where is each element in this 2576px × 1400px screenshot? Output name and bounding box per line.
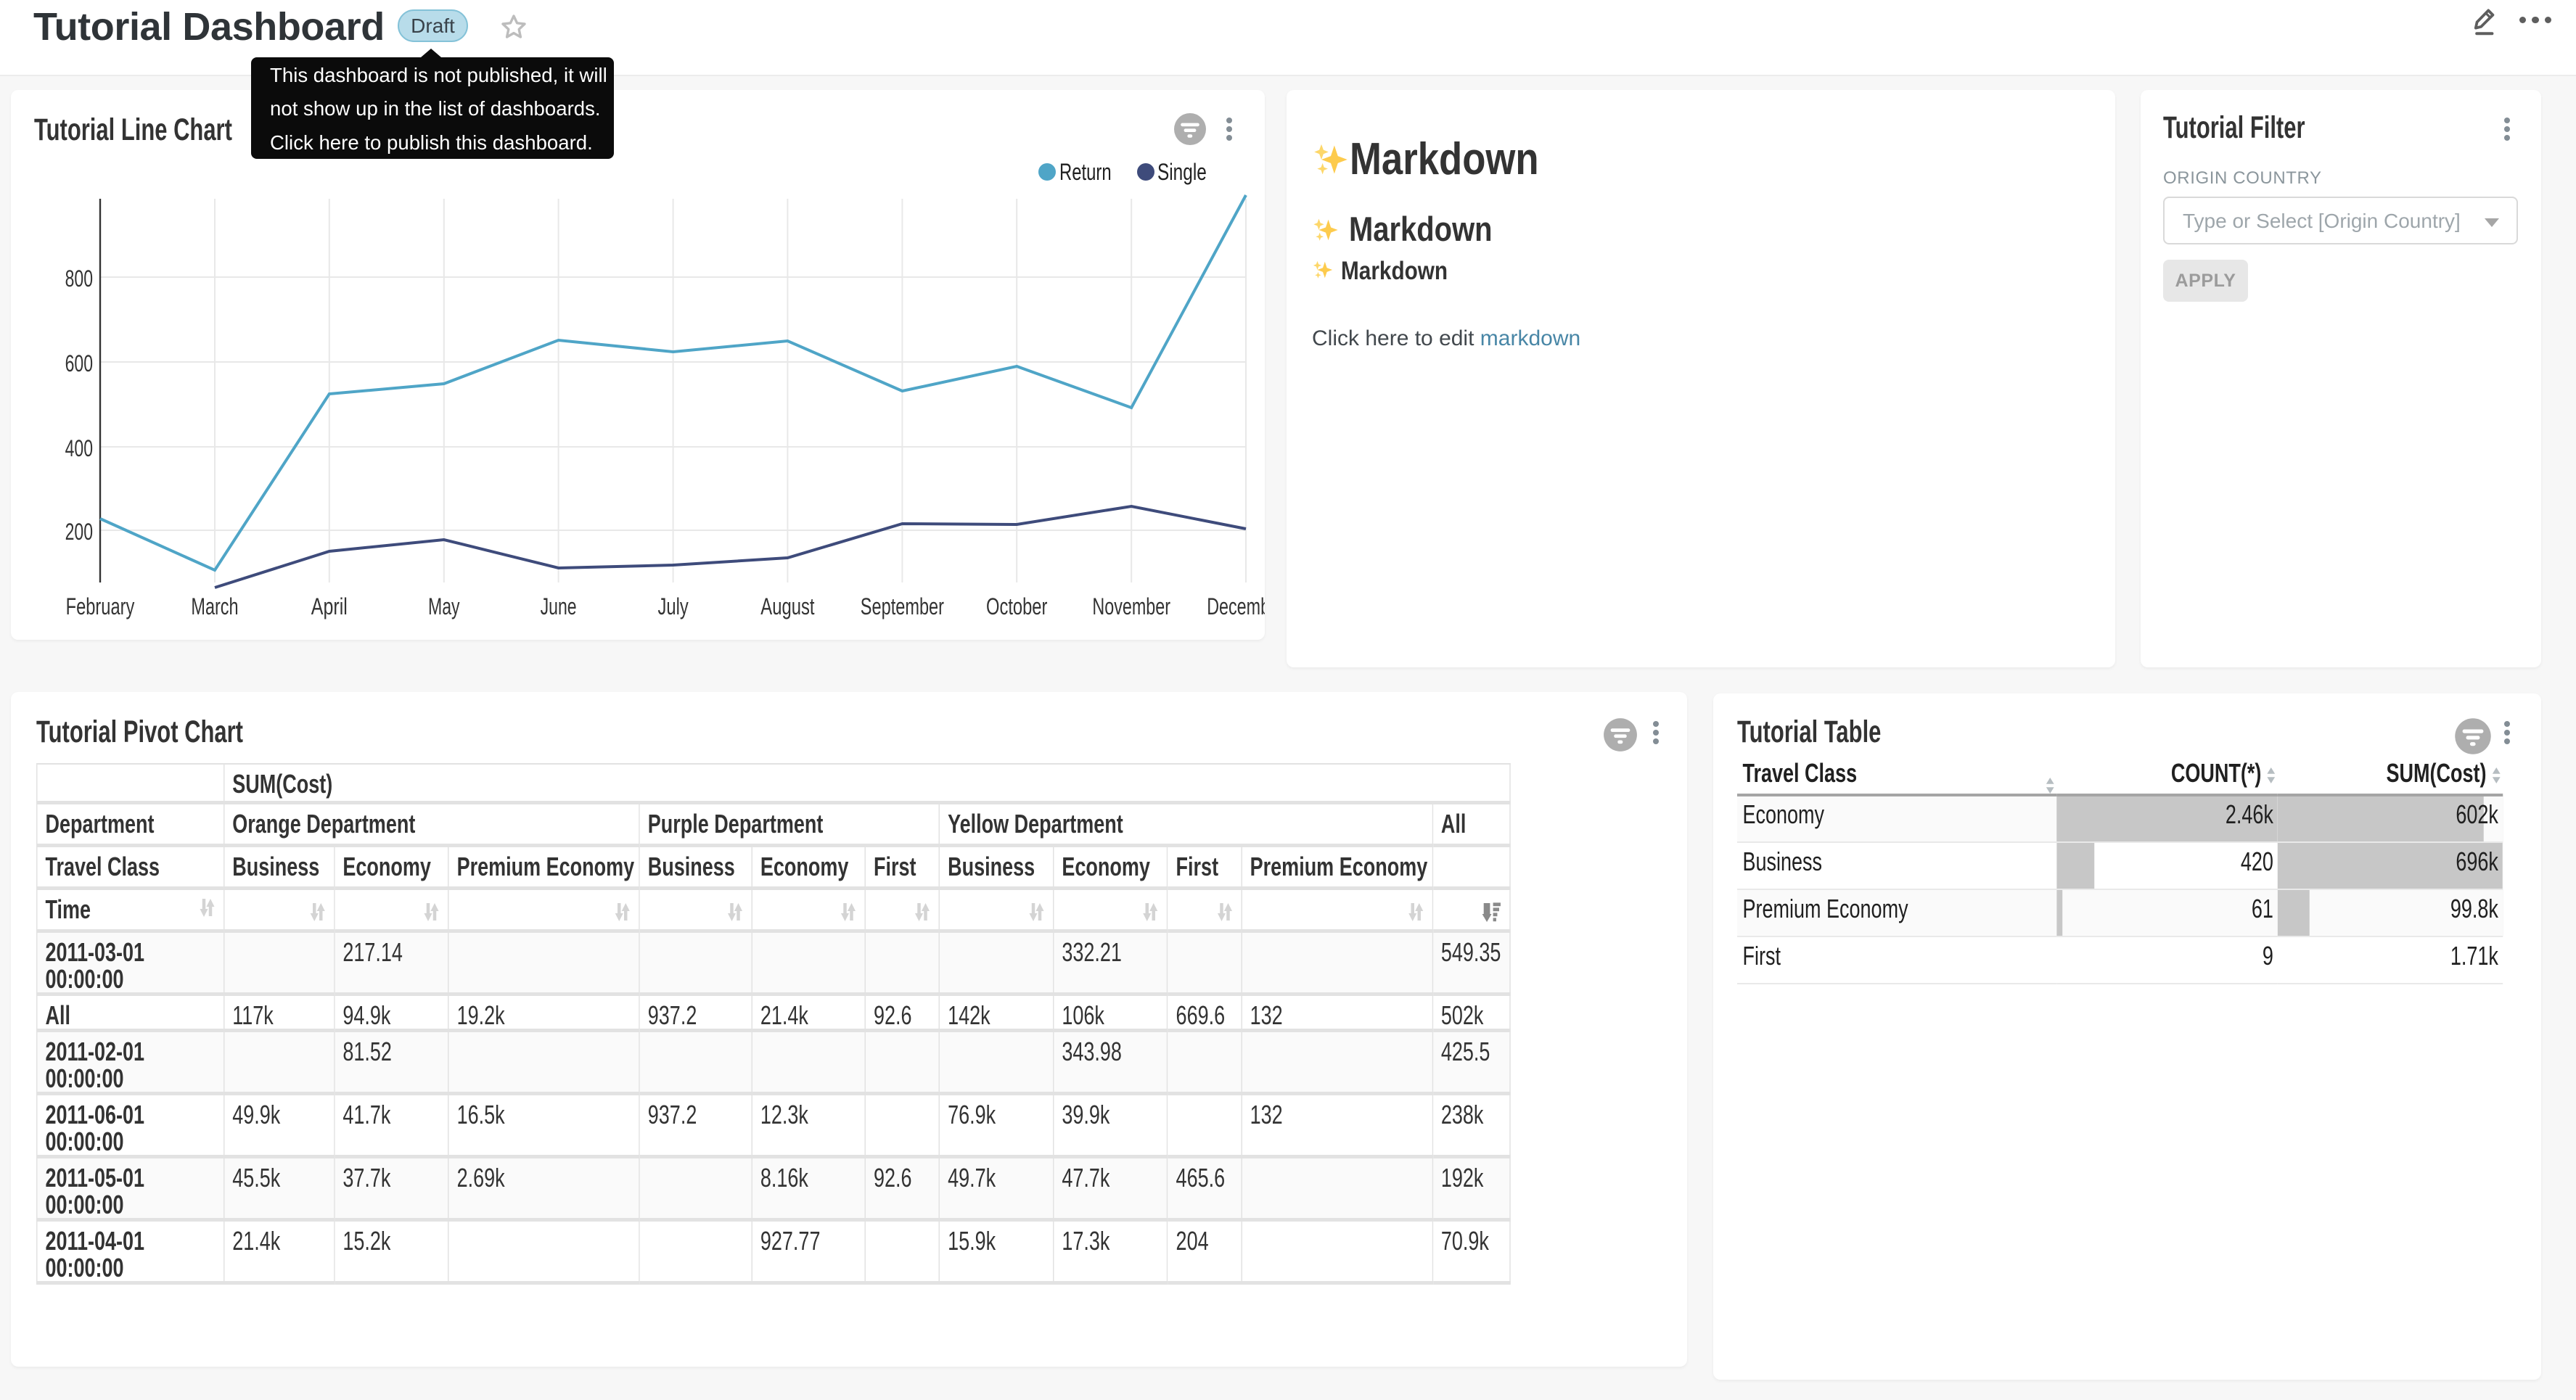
- svg-text:400: 400: [65, 435, 93, 461]
- svg-text:December: December: [1207, 593, 1265, 619]
- svg-text:February: February: [66, 593, 135, 619]
- svg-text:August: August: [760, 593, 814, 619]
- svg-text:March: March: [191, 593, 238, 619]
- svg-text:July: July: [658, 593, 689, 619]
- svg-text:April: April: [311, 593, 348, 619]
- svg-text:200: 200: [65, 519, 93, 545]
- svg-text:Single: Single: [1157, 159, 1207, 185]
- svg-text:May: May: [428, 593, 460, 619]
- svg-text:600: 600: [65, 350, 93, 376]
- svg-text:800: 800: [65, 265, 93, 292]
- svg-text:September: September: [861, 593, 944, 619]
- svg-text:Return: Return: [1059, 159, 1112, 185]
- svg-text:November: November: [1092, 593, 1170, 619]
- svg-text:June: June: [541, 593, 577, 619]
- svg-text:October: October: [986, 593, 1048, 619]
